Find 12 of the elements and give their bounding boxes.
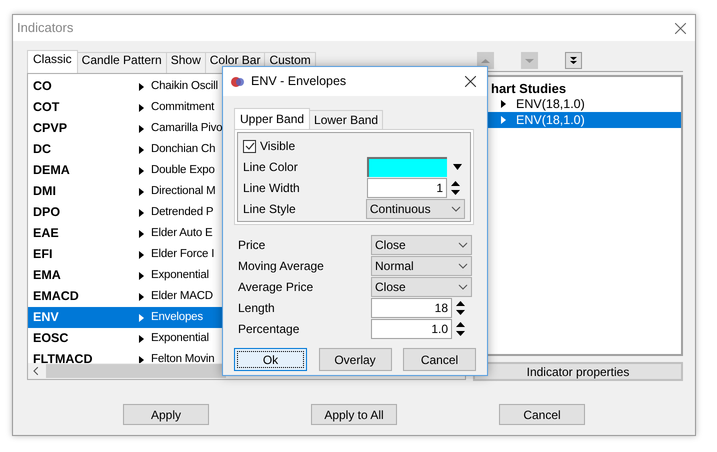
field-label: Line Style	[243, 200, 297, 218]
window-title: Indicators	[17, 19, 74, 38]
field-label: Moving Average	[238, 258, 325, 274]
field-label: Line Width	[243, 180, 301, 196]
field-label: Average Price	[238, 278, 314, 296]
dialog-title: ENV - Envelopes	[251, 73, 346, 90]
field-label: Length	[238, 300, 276, 316]
tree-header: hart Studies	[490, 80, 568, 96]
field-label: Line Color	[243, 158, 299, 176]
checkbox-label: Visible	[260, 138, 296, 155]
field-label: Percentage	[238, 320, 300, 338]
field-label: Price	[238, 236, 266, 254]
